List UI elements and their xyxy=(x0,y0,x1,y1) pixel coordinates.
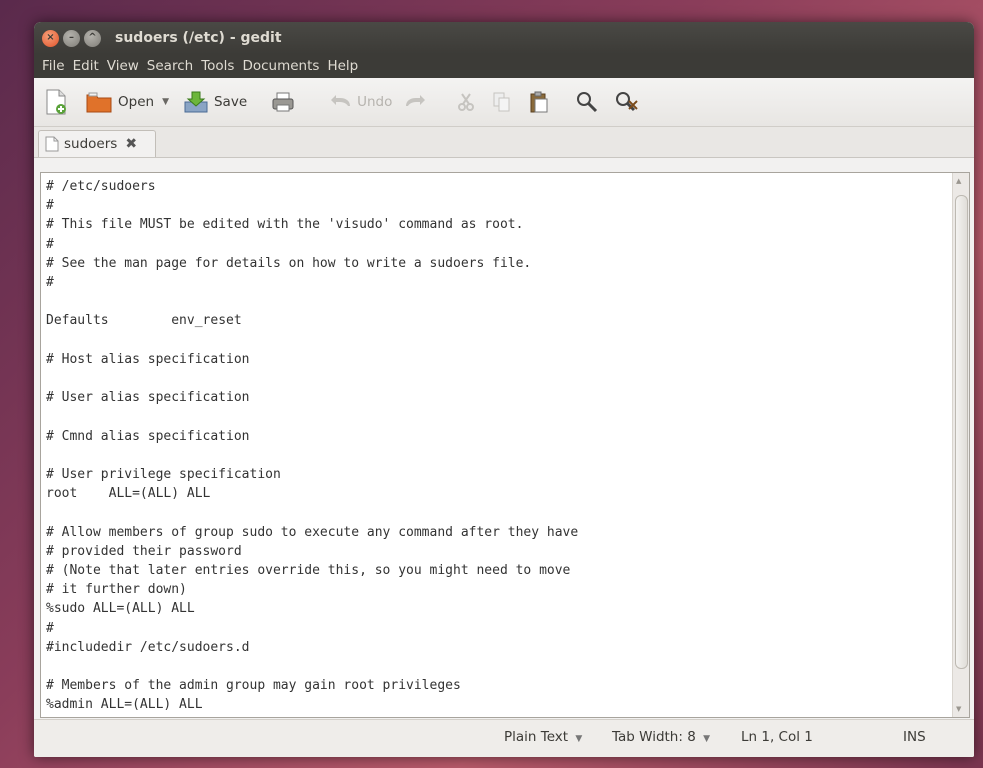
print-button[interactable] xyxy=(271,91,300,113)
menu-file[interactable]: File xyxy=(38,58,69,74)
undo-button[interactable]: Undo xyxy=(330,94,392,110)
open-button[interactable]: Open xyxy=(85,90,154,114)
gedit-window: × – ^ sudoers (/etc) - gedit File Edit V… xyxy=(34,22,974,757)
tab-width-selector[interactable]: Tab Width: 8 ▼ xyxy=(612,729,710,745)
close-tab-icon[interactable]: ✖ xyxy=(125,136,137,152)
window-title: sudoers (/etc) - gedit xyxy=(115,30,282,46)
find-replace-button[interactable] xyxy=(615,91,644,113)
cut-button[interactable] xyxy=(457,92,480,112)
scissors-icon xyxy=(458,93,475,111)
language-label: Plain Text xyxy=(504,729,569,745)
scroll-down-icon[interactable]: ▼ xyxy=(956,705,961,713)
open-label: Open xyxy=(118,94,155,110)
menu-edit[interactable]: Edit xyxy=(69,58,103,74)
paste-icon xyxy=(530,91,548,113)
document-tab-bar: sudoers ✖ xyxy=(34,127,974,158)
text-file-icon xyxy=(45,136,59,152)
tab-width-label: Tab Width: 8 xyxy=(612,729,696,745)
tab-sudoers[interactable]: sudoers ✖ xyxy=(38,130,156,157)
find-replace-icon xyxy=(616,92,639,112)
save-icon xyxy=(184,91,208,113)
maximize-window-button[interactable]: ^ xyxy=(84,29,101,47)
new-document-button[interactable] xyxy=(44,89,73,115)
copy-button[interactable] xyxy=(492,91,517,113)
toolbar: Open ▼ Save Undo xyxy=(34,78,974,127)
insert-mode: INS xyxy=(903,729,926,745)
printer-icon xyxy=(272,92,294,112)
redo-icon xyxy=(406,95,426,106)
scroll-up-icon[interactable]: ▲ xyxy=(956,177,961,185)
tab-width-dropdown-icon: ▼ xyxy=(703,734,711,744)
cursor-position: Ln 1, Col 1 xyxy=(741,729,813,745)
status-bar: Plain Text ▼ Tab Width: 8 ▼ Ln 1, Col 1 … xyxy=(34,719,974,757)
menu-documents[interactable]: Documents xyxy=(238,58,323,74)
redo-button[interactable] xyxy=(404,94,431,110)
vertical-scrollbar[interactable]: ▲ ▼ xyxy=(952,173,969,717)
open-recent-dropdown-icon[interactable]: ▼ xyxy=(162,97,169,107)
menu-bar: File Edit View Search Tools Documents He… xyxy=(34,54,974,78)
save-label: Save xyxy=(213,94,248,110)
minimize-window-button[interactable]: – xyxy=(63,29,80,47)
copy-icon xyxy=(493,92,510,112)
undo-icon xyxy=(331,95,351,106)
save-button[interactable]: Save xyxy=(183,90,247,114)
close-window-button[interactable]: × xyxy=(42,29,59,47)
find-button[interactable] xyxy=(576,91,603,113)
language-dropdown-icon: ▼ xyxy=(575,734,583,744)
folder-open-icon xyxy=(86,92,112,113)
undo-label: Undo xyxy=(357,94,393,110)
scrollbar-thumb[interactable] xyxy=(955,195,968,669)
menu-search[interactable]: Search xyxy=(143,58,197,74)
title-bar[interactable]: × – ^ sudoers (/etc) - gedit xyxy=(34,22,974,54)
new-document-icon xyxy=(46,89,66,115)
language-selector[interactable]: Plain Text ▼ xyxy=(504,729,582,745)
document-text[interactable]: # /etc/sudoers # # This file MUST be edi… xyxy=(46,177,578,715)
menu-tools[interactable]: Tools xyxy=(197,58,238,74)
search-icon xyxy=(577,92,598,113)
paste-button[interactable] xyxy=(529,90,554,114)
tab-label: sudoers xyxy=(64,136,118,152)
menu-help[interactable]: Help xyxy=(323,58,362,74)
menu-view[interactable]: View xyxy=(103,58,143,74)
text-editor-area[interactable]: # /etc/sudoers # # This file MUST be edi… xyxy=(40,172,970,718)
